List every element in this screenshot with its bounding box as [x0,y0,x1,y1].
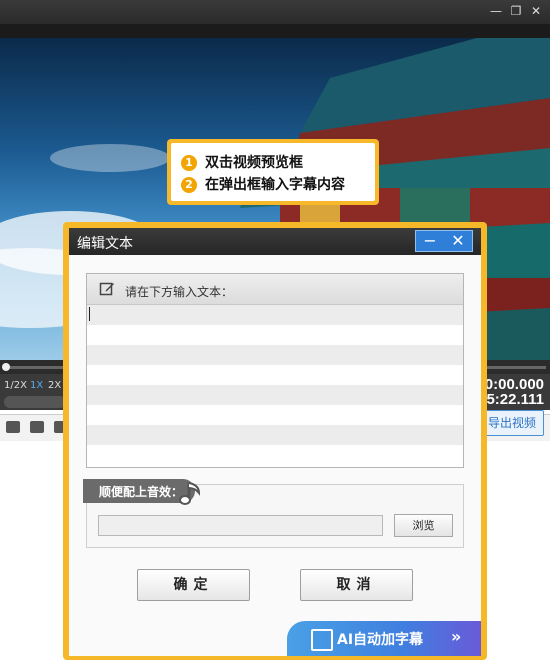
edit-icon [99,282,114,296]
dialog-titlebar[interactable]: 编辑文本 − ✕ [69,228,481,255]
double-chevron-right-icon: » [451,627,462,646]
cancel-button[interactable]: 取消 [300,569,413,601]
ai-subtitle-icon [311,629,333,651]
music-note-icon [179,482,201,505]
minimize-icon[interactable]: — [488,3,504,19]
text-input-panel: 请在下方输入文本： [86,273,464,468]
edit-text-dialog: 编辑文本 − ✕ 请在下方输入文本： 顺便配上音效： 浏览 确定 取消 AI自动… [69,228,481,656]
ai-auto-subtitle-label: AI自动加字幕 [337,632,424,648]
export-video-button[interactable]: 导出视频 [480,410,544,436]
step-text: 双击视频预览框 [205,155,303,171]
text-caret [89,307,90,321]
instruction-callout-body: 1 双击视频预览框 2 在弹出框输入字幕内容 [171,143,375,201]
audio-file-path-input[interactable] [98,515,383,536]
speed-option-2x[interactable]: 2X [48,380,61,391]
dialog-close-icon[interactable]: ✕ [444,231,472,251]
browse-button[interactable]: 浏览 [394,514,453,537]
close-icon[interactable]: ✕ [528,3,544,19]
timeline-playhead[interactable] [2,363,10,371]
audio-effect-panel: 顺便配上音效： 浏览 [83,479,464,548]
instruction-callout: 1 双击视频预览框 2 在弹出框输入字幕内容 [167,139,379,205]
preview-top-border [0,24,550,38]
total-time: 5:22.111 [486,391,544,408]
instruction-step-2: 2 在弹出框输入字幕内容 [181,174,345,194]
dialog-minimize-icon[interactable]: − [416,231,444,251]
restore-icon[interactable]: ❐ [508,3,524,19]
window-titlebar: — ❐ ✕ [0,0,550,24]
ai-auto-subtitle-button[interactable]: AI自动加字幕 » [287,621,481,656]
audio-effect-label: 顺便配上音效： [99,485,184,499]
speed-option-1x[interactable]: 1X [30,380,43,391]
speed-slider[interactable] [4,396,66,408]
instruction-step-1: 1 双击视频预览框 [181,152,303,172]
speed-option-half[interactable]: 1/2X [4,380,27,391]
step-number: 2 [181,177,197,193]
step-number: 1 [181,155,197,171]
text-input-header: 请在下方输入文本： [87,274,463,305]
subtitle-text-area[interactable] [87,305,463,467]
step-text: 在弹出框输入字幕内容 [205,177,345,193]
confirm-button[interactable]: 确定 [137,569,250,601]
dialog-window-controls: − ✕ [415,230,473,252]
dialog-title: 编辑文本 [77,236,133,252]
folder-icon[interactable] [30,421,44,433]
text-prompt-label: 请在下方输入文本： [125,285,234,299]
split-icon[interactable] [6,421,20,433]
